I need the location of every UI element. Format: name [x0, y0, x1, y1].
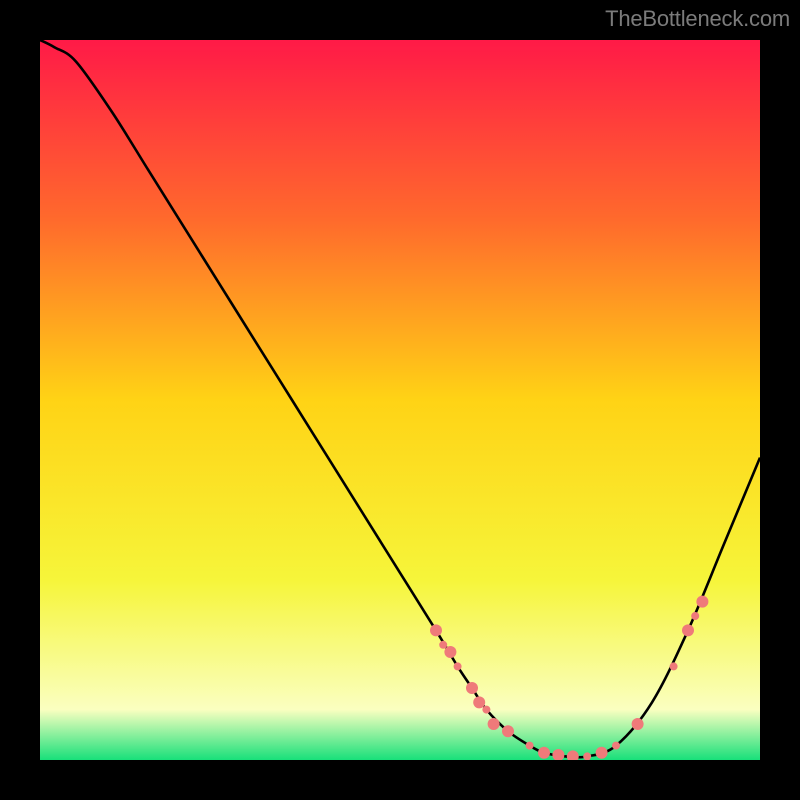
marker-point	[482, 706, 490, 714]
marker-point	[466, 682, 478, 694]
marker-point	[430, 624, 442, 636]
chart-frame: TheBottleneck.com	[0, 0, 800, 800]
marker-point	[632, 718, 644, 730]
bottleneck-chart	[40, 40, 760, 760]
marker-point	[439, 641, 447, 649]
marker-point	[526, 742, 534, 750]
marker-point	[488, 718, 500, 730]
marker-point	[473, 696, 485, 708]
marker-point	[444, 646, 456, 658]
marker-point	[454, 662, 462, 670]
marker-point	[691, 612, 699, 620]
marker-point	[538, 747, 550, 759]
marker-point	[612, 742, 620, 750]
attribution-label: TheBottleneck.com	[605, 6, 790, 32]
marker-point	[696, 596, 708, 608]
marker-point	[502, 725, 514, 737]
marker-point	[596, 747, 608, 759]
marker-point	[682, 624, 694, 636]
marker-point	[670, 662, 678, 670]
chart-background	[40, 40, 760, 760]
